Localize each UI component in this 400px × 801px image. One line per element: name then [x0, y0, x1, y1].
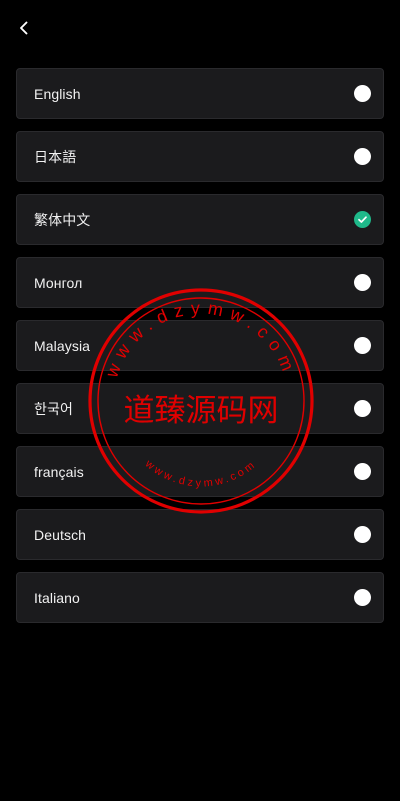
radio-unselected-icon[interactable]	[354, 526, 371, 543]
radio-unselected-icon[interactable]	[354, 400, 371, 417]
language-option-japanese[interactable]: 日本語	[16, 131, 384, 182]
radio-unselected-icon[interactable]	[354, 463, 371, 480]
language-list: English 日本語 繁体中文 Монгол Malaysia 한국어 fra…	[16, 68, 384, 635]
language-label: Deutsch	[34, 526, 87, 543]
language-option-malay[interactable]: Malaysia	[16, 320, 384, 371]
language-label: 日本語	[34, 148, 77, 165]
language-label: 繁体中文	[34, 211, 91, 228]
radio-selected-icon[interactable]	[354, 211, 371, 228]
language-label: English	[34, 85, 81, 102]
language-option-english[interactable]: English	[16, 68, 384, 119]
radio-unselected-icon[interactable]	[354, 274, 371, 291]
language-option-traditional-chinese[interactable]: 繁体中文	[16, 194, 384, 245]
back-button[interactable]	[10, 14, 38, 42]
chevron-left-icon	[20, 21, 28, 35]
language-label: Монгол	[34, 274, 83, 291]
language-option-french[interactable]: français	[16, 446, 384, 497]
language-label: Italiano	[34, 589, 80, 606]
language-option-italian[interactable]: Italiano	[16, 572, 384, 623]
language-option-korean[interactable]: 한국어	[16, 383, 384, 434]
header-bar	[0, 0, 400, 56]
checkmark-icon	[358, 216, 367, 223]
language-option-mongolian[interactable]: Монгол	[16, 257, 384, 308]
language-label: Malaysia	[34, 337, 91, 354]
radio-unselected-icon[interactable]	[354, 589, 371, 606]
language-option-german[interactable]: Deutsch	[16, 509, 384, 560]
language-label: français	[34, 463, 84, 480]
radio-unselected-icon[interactable]	[354, 148, 371, 165]
language-label: 한국어	[34, 400, 73, 417]
radio-unselected-icon[interactable]	[354, 337, 371, 354]
radio-unselected-icon[interactable]	[354, 85, 371, 102]
